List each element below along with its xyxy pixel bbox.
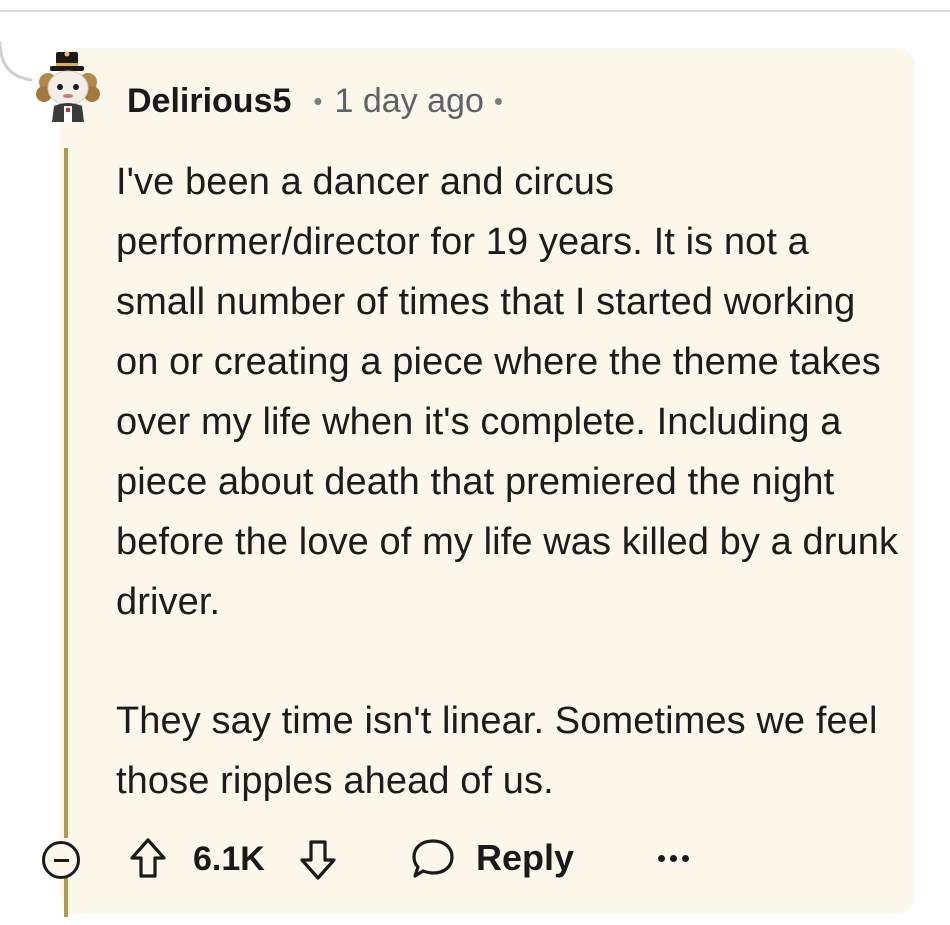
reply-button[interactable]: Reply: [410, 834, 574, 882]
timestamp[interactable]: 1 day ago: [335, 82, 484, 121]
comment-header: Delirious5 • 1 day ago •: [127, 78, 503, 124]
upvote-arrow-icon[interactable]: [128, 836, 168, 880]
comment-page: Delirious5 • 1 day ago • I've been a dan…: [0, 0, 950, 925]
divider: [0, 10, 950, 12]
avatar[interactable]: [36, 50, 102, 122]
thread-connector: [0, 41, 33, 82]
speech-bubble-icon: [412, 839, 454, 878]
thread-line[interactable]: [64, 148, 68, 838]
comment-body: I've been a dancer and circus performer/…: [116, 152, 906, 811]
separator-dot: •: [493, 85, 503, 116]
more-dots-icon: [658, 855, 665, 862]
comment-actions: 6.1K Reply: [38, 828, 758, 888]
comment-paragraph: I've been a dancer and circus performer/…: [116, 161, 899, 623]
vote-score: 6.1K: [193, 840, 265, 878]
separator-dot: •: [313, 85, 323, 116]
downvote-arrow-icon[interactable]: [298, 838, 338, 882]
previous-comment-remnant: [0, 0, 950, 14]
more-dots-icon: [682, 855, 689, 862]
more-options-button[interactable]: [654, 840, 694, 876]
more-dots-icon: [670, 855, 677, 862]
collapse-thread-button[interactable]: [42, 841, 80, 879]
reply-label: Reply: [476, 837, 575, 878]
username-link[interactable]: Delirious5: [127, 82, 291, 121]
comment-paragraph: They say time isn't linear. Sometimes we…: [116, 700, 878, 802]
minus-circle-icon: [54, 859, 69, 862]
